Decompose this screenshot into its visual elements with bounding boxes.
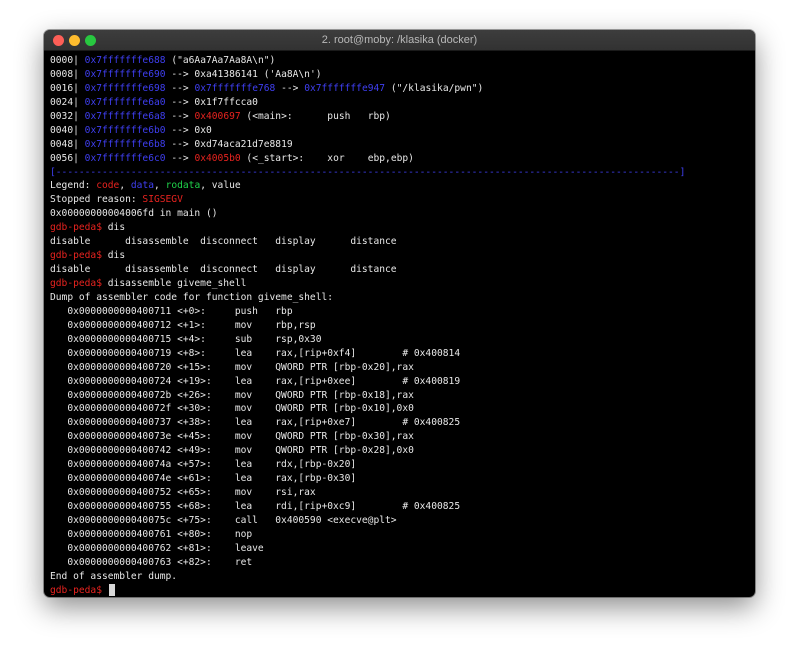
stack-value: --> 0xd74aca21d7e8819 [165, 138, 293, 150]
stack-address: 0x7fffffffe6a8 [84, 110, 166, 122]
command-text: dis [107, 222, 126, 234]
text-cursor[interactable] [108, 583, 115, 596]
stack-address: 0x7fffffffe688 [84, 55, 166, 66]
asm-line: 0x0000000000400711 <+0>: push rbp [50, 305, 293, 317]
stack-value: --> 0x1f7ffcca0 [165, 96, 258, 108]
legend-rodata: rodata [165, 180, 201, 192]
terminal-window: 2. root@moby: /klasika (docker) 0000| 0x… [44, 30, 755, 597]
section-separator: [---------------------------------------… [50, 166, 686, 178]
stack-line: 0048| 0x7fffffffe6b8 --> 0xd74aca21d7e88… [50, 138, 749, 152]
stack-address: 0x7fffffffe6b0 [84, 124, 166, 136]
stack-line: 0024| 0x7fffffffe6a0 --> 0x1f7ffcca0 [50, 96, 749, 110]
asm-line: 0x0000000000400715 <+4>: sub rsp,0x30 [50, 333, 322, 345]
stack-line: 0032| 0x7fffffffe6a8 --> 0x400697 (<main… [50, 110, 749, 124]
stack-arrow: --> [275, 82, 305, 94]
completion-list: disable disassemble disconnect display d… [50, 264, 397, 276]
asm-line: 0x0000000000400737 <+38>: lea rax,[rip+0… [50, 417, 461, 429]
asm-line: 0x000000000040074a <+57>: lea rdx,[rbp-0… [50, 459, 357, 471]
asm-line: 0x0000000000400724 <+19>: lea rax,[rip+0… [50, 375, 461, 387]
stack-offset: 0032| [50, 110, 79, 122]
command-text: dis [107, 250, 126, 262]
stack-value: ("a6Aa7Aa7Aa8A\n") [165, 55, 276, 66]
stack-line: 0056| 0x7fffffffe6c0 --> 0x4005b0 (<_sta… [50, 152, 749, 166]
stack-offset: 0024| [50, 96, 79, 108]
stack-value: (<_start>: xor ebp,ebp) [240, 152, 414, 164]
legend-value: value [211, 180, 241, 192]
stack-line: 0008| 0x7fffffffe690 --> 0xa41386141 ('A… [50, 68, 749, 82]
command-line: gdb-peda$ dis [50, 249, 749, 263]
legend-comma: , [154, 180, 166, 192]
stack-arrow: --> [165, 152, 195, 164]
stack-address: 0x7fffffffe947 [304, 82, 386, 94]
stack-address: 0x7fffffffe690 [84, 68, 166, 80]
stopped-reason-label: Stopped reason: [50, 194, 143, 206]
location-line: 0x00000000004006fd in main () [50, 208, 218, 220]
asm-line: 0x000000000040075c <+75>: call 0x400590 … [50, 514, 397, 526]
stack-address: 0x7fffffffe698 [84, 82, 166, 94]
active-prompt-line[interactable]: gdb-peda$ [50, 583, 749, 597]
stack-address: 0x7fffffffe6a0 [84, 96, 166, 108]
legend-line: Legend: code, data, rodata, value [50, 179, 749, 193]
legend-data: data [130, 180, 154, 192]
terminal-output[interactable]: 0000| 0x7fffffffe688 ("a6Aa7Aa7Aa8A\n") … [50, 54, 749, 597]
command-line: gdb-peda$ disassemble giveme_shell [50, 277, 749, 291]
stack-arrow: --> [165, 82, 195, 94]
gdb-prompt: gdb-peda$ [50, 584, 108, 596]
window-title: 2. root@moby: /klasika (docker) [321, 34, 478, 46]
stack-code-address: 0x4005b0 [194, 152, 241, 164]
stack-offset: 0040| [50, 124, 79, 136]
dump-footer: End of assembler dump. [50, 570, 178, 582]
stack-offset: 0056| [50, 152, 79, 164]
stack-offset: 0048| [50, 138, 79, 150]
legend-code: code [96, 180, 120, 192]
asm-line: 0x0000000000400752 <+65>: mov rsi,rax [50, 487, 316, 499]
legend-label: Legend: [50, 180, 97, 192]
asm-line: 0x0000000000400763 <+82>: ret [50, 556, 253, 568]
stack-code-address: 0x400697 [194, 110, 241, 122]
legend-comma: , [200, 180, 212, 192]
completion-list: disable disassemble disconnect display d… [50, 236, 397, 248]
asm-line: 0x0000000000400720 <+15>: mov QWORD PTR … [50, 361, 414, 373]
gdb-prompt: gdb-peda$ [50, 250, 108, 262]
asm-line: 0x0000000000400742 <+49>: mov QWORD PTR … [50, 445, 414, 457]
gdb-prompt: gdb-peda$ [50, 222, 108, 234]
stack-address: 0x7fffffffe768 [194, 82, 276, 94]
asm-line: 0x000000000040073e <+45>: mov QWORD PTR … [50, 431, 414, 443]
stack-value: ("/klasika/pwn") [385, 82, 484, 94]
stack-value: --> 0xa41386141 ('Aa8A\n') [165, 68, 322, 80]
stack-offset: 0000| [50, 55, 79, 66]
asm-line: 0x000000000040074e <+61>: lea rax,[rbp-0… [50, 473, 357, 485]
stack-offset: 0008| [50, 68, 79, 80]
command-text: disassemble giveme_shell [107, 278, 247, 289]
asm-line: 0x0000000000400761 <+80>: nop [50, 528, 253, 540]
asm-line: 0x0000000000400755 <+68>: lea rdi,[rip+0… [50, 501, 461, 512]
stack-offset: 0016| [50, 82, 79, 94]
asm-line: 0x0000000000400762 <+81>: leave [50, 542, 264, 554]
stopped-reason-value: SIGSEGV [142, 194, 183, 206]
command-line: gdb-peda$ dis [50, 221, 749, 235]
asm-line: 0x000000000040072b <+26>: mov QWORD PTR … [50, 389, 414, 401]
stack-line: 0040| 0x7fffffffe6b0 --> 0x0 [50, 124, 749, 138]
stack-address: 0x7fffffffe6c0 [84, 152, 166, 164]
stack-line: 0000| 0x7fffffffe688 ("a6Aa7Aa7Aa8A\n") [50, 54, 749, 68]
stack-value: (<main>: push rbp) [240, 110, 391, 122]
stack-address: 0x7fffffffe6b8 [84, 138, 166, 150]
gdb-prompt: gdb-peda$ [50, 278, 108, 289]
asm-line: 0x0000000000400712 <+1>: mov rbp,rsp [50, 319, 316, 331]
dump-header: Dump of assembler code for function give… [50, 291, 334, 303]
legend-comma: , [119, 180, 131, 192]
stack-line: 0016| 0x7fffffffe698 --> 0x7fffffffe768 … [50, 82, 749, 96]
stack-value: --> 0x0 [165, 124, 212, 136]
title-bar[interactable]: 2. root@moby: /klasika (docker) [44, 30, 755, 51]
stack-arrow: --> [165, 110, 195, 122]
asm-line: 0x0000000000400719 <+8>: lea rax,[rip+0x… [50, 347, 461, 359]
asm-line: 0x000000000040072f <+30>: mov QWORD PTR … [50, 403, 414, 415]
stopped-reason-line: Stopped reason: SIGSEGV [50, 193, 749, 207]
